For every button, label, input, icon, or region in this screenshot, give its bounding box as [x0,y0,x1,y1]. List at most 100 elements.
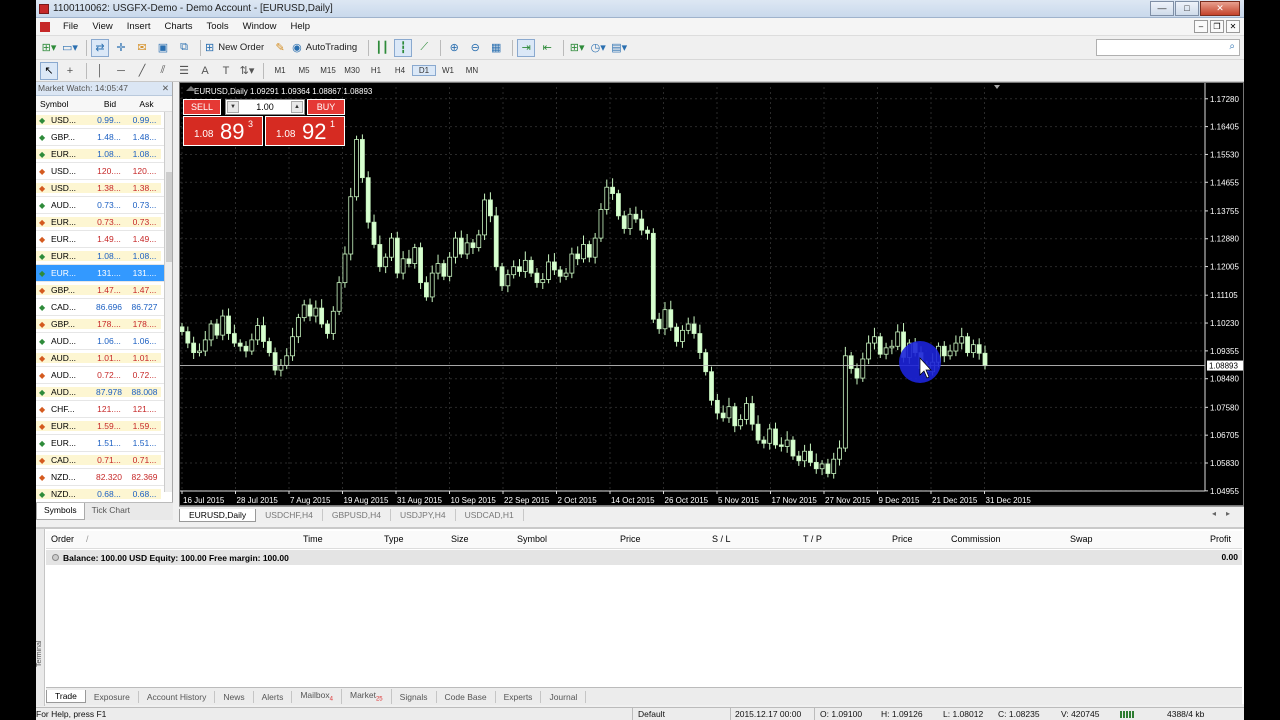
market-watch-row[interactable]: ◆ EUR... 131.... 131.... [36,265,172,282]
menu-window[interactable]: Window [236,21,284,32]
market-watch-row[interactable]: ◆ EUR... 1.08... 1.08... [36,248,172,265]
search-input[interactable]: ⌕ [1096,39,1240,56]
market-watch-row[interactable]: ◆ USD... 0.99... 0.99... [36,112,172,129]
tab-symbols[interactable]: Symbols [36,503,85,520]
bar-chart-button[interactable]: ┃┃ [373,39,391,57]
menu-tools[interactable]: Tools [199,21,235,32]
autotrading-button[interactable]: ◉ AutoTrading [292,39,361,57]
menu-charts[interactable]: Charts [158,21,200,32]
minimize-button[interactable]: — [1150,1,1174,16]
child-restore-button[interactable]: ❐ [1210,20,1224,33]
market-watch-row[interactable]: ◆ GBP... 178.... 178.... [36,316,172,333]
timeframe-m5[interactable]: M5 [292,66,316,75]
market-watch-row[interactable]: ◆ EUR... 1.59... 1.59... [36,418,172,435]
terminal-toggle[interactable]: ▣ [154,39,172,57]
data-window-toggle[interactable]: ✛ [112,39,130,57]
market-watch-row[interactable]: ◆ AUD... 0.72... 0.72... [36,367,172,384]
buy-button[interactable]: BUY [307,99,345,115]
price-chart[interactable]: 1.17280 1.16405 1.15530 1.14655 1.13755 1.128… [180,83,1244,507]
market-watch-row[interactable]: ◆ EUR... 1.49... 1.49... [36,231,172,248]
timeframe-d1[interactable]: D1 [412,65,436,76]
timeframe-mn[interactable]: MN [460,66,484,75]
market-watch-row[interactable]: ◆ USD... 1.38... 1.38... [36,180,172,197]
menu-help[interactable]: Help [283,21,317,32]
column-take-profit[interactable]: T / P [803,534,822,544]
text-label-tool[interactable]: T [217,62,235,80]
tile-windows-button[interactable]: ▦ [487,39,505,57]
profiles-button[interactable]: ▭▾ [61,39,79,57]
strategy-tester-toggle[interactable]: ⧉ [175,39,193,57]
buy-price-button[interactable]: 1.08 92 1 [265,116,345,146]
menu-insert[interactable]: Insert [120,21,158,32]
column-type[interactable]: Type [384,534,404,544]
market-watch-row[interactable]: ◆ CHF... 121.... 121.... [36,401,172,418]
column-bid[interactable]: Bid [90,99,130,109]
close-button[interactable]: ✕ [1200,1,1240,16]
market-watch-row[interactable]: ◆ CAD... 0.71... 0.71... [36,452,172,469]
zoom-in-button[interactable]: ⊕ [445,39,463,57]
vertical-line-tool[interactable]: │ [91,62,109,80]
templates-button[interactable]: ▤▾ [610,39,628,57]
arrows-tool[interactable]: ⇅▾ [238,62,256,80]
market-watch-row[interactable]: ◆ GBP... 1.48... 1.48... [36,129,172,146]
chart-window[interactable]: 1.17280 1.16405 1.15530 1.14655 1.13755 1.128… [179,82,1244,506]
terminal-tab-alerts[interactable]: Alerts [254,690,293,703]
chart-tab-usdchf-h4[interactable]: USDCHF,H4 [256,509,323,521]
market-watch-row[interactable]: ◆ AUD... 1.06... 1.06... [36,333,172,350]
market-watch-toggle[interactable]: ⇄ [91,38,109,57]
market-watch-row[interactable]: ◆ USD... 120.... 120.... [36,163,172,180]
menu-view[interactable]: View [85,21,119,32]
scrollbar-thumb[interactable] [166,172,172,262]
timeframe-m15[interactable]: M15 [316,66,340,75]
column-ask[interactable]: Ask [130,99,163,109]
terminal-tab-news[interactable]: News [215,690,254,703]
timeframe-w1[interactable]: W1 [436,66,460,75]
candlestick-button[interactable]: ┇ [394,38,413,57]
market-watch-row[interactable]: ◆ EUR... 1.51... 1.51... [36,435,172,452]
new-order-button[interactable]: ⊞ New Order [205,39,268,57]
terminal-tab-exposure[interactable]: Exposure [86,690,139,703]
maximize-button[interactable]: □ [1175,1,1199,16]
timeframe-m30[interactable]: M30 [340,66,364,75]
menu-file[interactable]: File [56,21,85,32]
timeframe-h4[interactable]: H4 [388,66,412,75]
crosshair-tool[interactable]: + [61,62,79,80]
metaeditor-button[interactable]: ✎ [271,39,289,57]
lot-decrease-button[interactable]: ▼ [227,101,239,113]
tab-scroll-arrows[interactable]: ◂▸ [1212,509,1240,518]
equidistant-channel-tool[interactable]: ⫽ [154,62,172,80]
chart-shift-button[interactable]: ⇤ [538,39,556,57]
tab-tick-chart[interactable]: Tick Chart [85,503,137,520]
chart-tab-usdcad-h1[interactable]: USDCAD,H1 [456,509,524,521]
chart-tab-gbpusd-h4[interactable]: GBPUSD,H4 [323,509,391,521]
status-profile[interactable]: Default [638,709,665,719]
market-watch-row[interactable]: ◆ AUD... 1.01... 1.01... [36,350,172,367]
lot-increase-button[interactable]: ▲ [291,101,303,113]
terminal-tab-experts[interactable]: Experts [496,690,542,703]
column-current-price[interactable]: Price [892,534,913,544]
terminal-tab-market[interactable]: Market25 [342,689,392,704]
column-stop-loss[interactable]: S / L [712,534,731,544]
timeframe-h1[interactable]: H1 [364,66,388,75]
zoom-out-button[interactable]: ⊖ [466,39,484,57]
balance-row[interactable]: Balance: 100.00 USD Equity: 100.00 Free … [46,550,1242,565]
chart-tab-eurusd-daily[interactable]: EURUSD,Daily [179,508,257,522]
market-watch-row[interactable]: ◆ NZD... 82.320 82.369 [36,469,172,486]
terminal-tab-code-base[interactable]: Code Base [437,690,496,703]
periods-button[interactable]: ◷▾ [589,39,607,57]
terminal-tab-journal[interactable]: Journal [541,690,587,703]
indicators-button[interactable]: ⊞▾ [568,39,586,57]
sell-price-button[interactable]: 1.08 89 3 [183,116,263,146]
column-order[interactable]: Order [51,534,74,544]
text-tool[interactable]: A [196,62,214,80]
market-watch-row[interactable]: ◆ CAD... 86.696 86.727 [36,299,172,316]
lot-size-field[interactable]: ▼ 1.00 ▲ [225,99,305,115]
column-swap[interactable]: Swap [1070,534,1093,544]
column-time[interactable]: Time [303,534,323,544]
navigator-toggle[interactable]: ✉ [133,39,151,57]
trendline-tool[interactable]: ╱ [133,62,151,80]
child-minimize-button[interactable]: – [1194,20,1208,33]
market-watch-row[interactable]: ◆ NZD... 0.68... 0.68... [36,486,172,503]
terminal-tab-trade[interactable]: Trade [46,690,86,703]
column-symbol[interactable]: Symbol [36,99,90,109]
